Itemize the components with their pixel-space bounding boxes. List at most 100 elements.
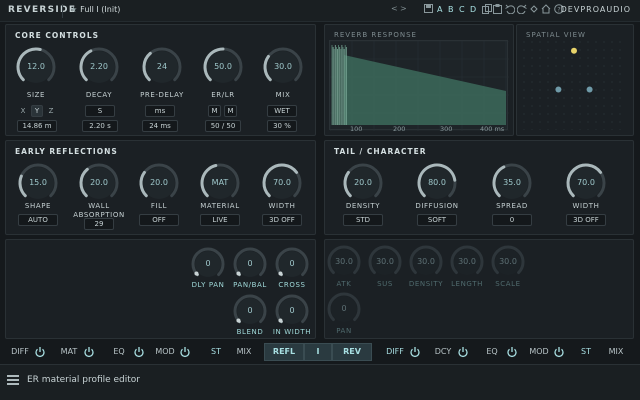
undo-icon[interactable] (505, 4, 516, 16)
power-icon[interactable] (83, 346, 97, 358)
menu-icon[interactable] (7, 375, 19, 385)
snapshot-c-button[interactable]: C (459, 5, 465, 14)
size-readout[interactable]: 14.86 m (17, 120, 57, 132)
preset-prev-icon[interactable]: < (391, 4, 398, 13)
left-diff-button[interactable]: DIFF (8, 343, 32, 361)
copy-icon[interactable] (482, 4, 492, 16)
right-mix-button[interactable]: MIX (604, 343, 628, 361)
power-icon[interactable] (34, 346, 48, 358)
redo-icon[interactable] (516, 4, 527, 16)
home-icon[interactable] (541, 4, 551, 16)
er-material-knob[interactable]: MAT (198, 161, 242, 205)
power-icon[interactable] (506, 346, 520, 358)
predelay-unit-button[interactable]: ms (145, 105, 175, 117)
dly-pan-knob[interactable]: 0 (189, 245, 227, 283)
pre-delay-knob[interactable]: 24 (140, 45, 184, 89)
left-eq-button[interactable]: EQ (107, 343, 131, 361)
er-option-box[interactable]: 3D OFF (262, 214, 302, 226)
bypass-icon[interactable] (529, 4, 539, 16)
dyn-length-knob[interactable]: 30.0 (448, 243, 486, 281)
power-icon[interactable] (179, 346, 193, 358)
grid-dot (571, 81, 573, 83)
blend-knob[interactable]: 0 (231, 292, 269, 330)
predelay-readout[interactable]: 24 ms (142, 120, 178, 132)
mix-mode-button[interactable]: WET (267, 105, 297, 117)
power-icon[interactable] (553, 346, 567, 358)
er-option-box[interactable]: 29 (84, 218, 114, 230)
erlr-readout[interactable]: 50 / 50 (205, 120, 241, 132)
cross-knob[interactable]: 0 (273, 245, 311, 283)
left-mod-button[interactable]: MOD (153, 343, 177, 361)
axis-x-button[interactable]: X (17, 105, 29, 117)
erlr-mode-2-button[interactable]: M (224, 105, 237, 117)
snapshot-a-button[interactable]: A (437, 5, 442, 14)
power-icon[interactable] (457, 346, 471, 358)
knob-value: 70.0 (273, 178, 291, 187)
dyn-pan-knob[interactable]: 0 (325, 290, 363, 328)
in-width-knob[interactable]: 0 (273, 292, 311, 330)
axis-y-button[interactable]: Y (31, 105, 43, 117)
tail-option-box[interactable]: 0 (492, 214, 532, 226)
dyn-sus-knob[interactable]: 30.0 (366, 243, 404, 281)
er-fill-knob[interactable]: 20.0 (137, 161, 181, 205)
pan-bal-knob[interactable]: 0 (231, 245, 269, 283)
reverb-response-graph[interactable] (329, 40, 509, 132)
tail-diffusion-knob[interactable]: 80.0 (415, 161, 459, 205)
er-width-knob[interactable]: 70.0 (260, 161, 304, 205)
decay-unit-button[interactable]: S (85, 105, 115, 117)
center-i-button[interactable]: I (304, 343, 332, 361)
left-mix-button[interactable]: MIX (232, 343, 256, 361)
save-icon[interactable] (424, 4, 433, 15)
grid-dot (571, 73, 573, 75)
right-mod-button[interactable]: MOD (527, 343, 551, 361)
er-shape-knob[interactable]: 15.0 (16, 161, 60, 205)
knob-value: 15.0 (29, 178, 47, 187)
section-title: SPATIAL VIEW (526, 31, 586, 39)
er-option-box[interactable]: OFF (139, 214, 179, 226)
mix-readout[interactable]: 30 % (267, 120, 297, 132)
dyn-scale-knob[interactable]: 30.0 (489, 243, 527, 281)
er-lr-knob[interactable]: 50.0 (201, 45, 245, 89)
snapshot-d-button[interactable]: D (470, 5, 476, 14)
spatial-view-grid[interactable] (522, 40, 626, 131)
left-st-button[interactable]: ST (204, 343, 228, 361)
preset-selector[interactable]: ★ Full I (Init) (70, 5, 120, 14)
preset-next-icon[interactable]: > (400, 4, 407, 13)
tail-option-box[interactable]: SOFT (417, 214, 457, 226)
left-mat-button[interactable]: MAT (57, 343, 81, 361)
er-option-box[interactable]: AUTO (18, 214, 58, 226)
tail-option-box[interactable]: STD (343, 214, 383, 226)
app-title: REVERSIDE (8, 5, 77, 15)
right-st-button[interactable]: ST (574, 343, 598, 361)
center-rev-button[interactable]: REV (332, 343, 372, 361)
axis-z-button[interactable]: Z (45, 105, 57, 117)
erlr-mode-1-button[interactable]: M (208, 105, 221, 117)
tail-density-knob[interactable]: 20.0 (341, 161, 385, 205)
decay-readout[interactable]: 2.20 s (82, 120, 118, 132)
grid-dot (571, 105, 573, 107)
preset-name: Full I (Init) (80, 5, 121, 14)
size-knob[interactable]: 12.0 (14, 45, 58, 89)
er-wall-absorption-knob[interactable]: 20.0 (77, 161, 121, 205)
decay-knob[interactable]: 2.20 (77, 45, 121, 89)
right-eq-button[interactable]: EQ (480, 343, 504, 361)
tail-option-box[interactable]: 3D OFF (566, 214, 606, 226)
grid-dot (579, 105, 581, 107)
knob-label: PAN (336, 327, 352, 335)
mix-knob[interactable]: 30.0 (261, 45, 305, 89)
er-option-box[interactable]: LIVE (200, 214, 240, 226)
center-refl-button[interactable]: REFL (264, 343, 304, 361)
paste-icon[interactable] (493, 4, 502, 16)
right-diff-button[interactable]: DIFF (383, 343, 407, 361)
grid-dot (619, 113, 621, 115)
right-dcy-button[interactable]: DCY (431, 343, 455, 361)
favorite-star-icon[interactable]: ★ (70, 5, 77, 14)
tail-width-knob[interactable]: 70.0 (564, 161, 608, 205)
tail-spread-knob[interactable]: 35.0 (490, 161, 534, 205)
grid-dot (611, 113, 613, 115)
power-icon[interactable] (409, 346, 423, 358)
dyn-atk-knob[interactable]: 30.0 (325, 243, 363, 281)
power-icon[interactable] (133, 346, 147, 358)
dyn-density-knob[interactable]: 30.0 (407, 243, 445, 281)
snapshot-b-button[interactable]: B (448, 5, 454, 14)
